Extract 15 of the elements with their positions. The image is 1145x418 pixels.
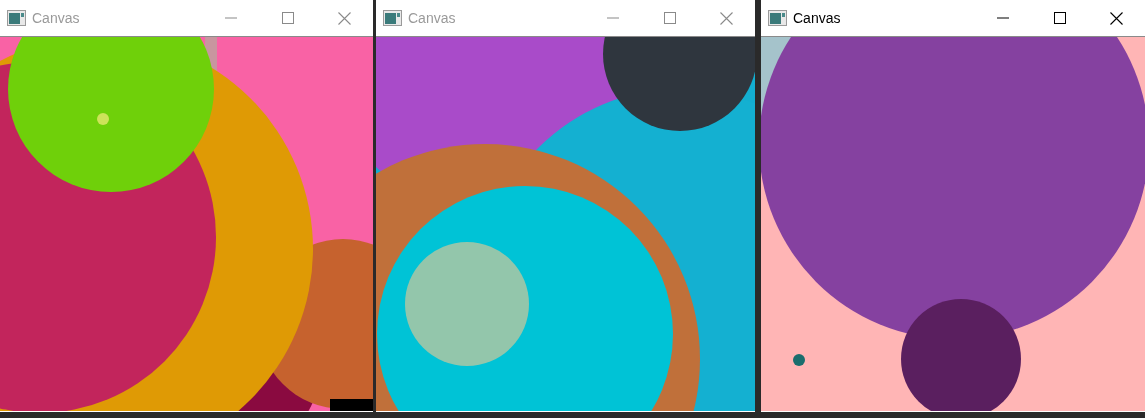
app-icon bbox=[383, 10, 402, 26]
maximize-icon bbox=[1053, 12, 1066, 24]
window-title: Canvas bbox=[408, 8, 456, 28]
close-icon bbox=[720, 11, 733, 25]
maximize-icon bbox=[281, 12, 294, 24]
close-icon bbox=[338, 11, 351, 25]
app-icon bbox=[7, 10, 26, 26]
minimize-icon bbox=[224, 17, 237, 19]
close-icon bbox=[1110, 11, 1123, 25]
window-title: Canvas bbox=[793, 8, 841, 28]
maximize-icon bbox=[663, 12, 676, 24]
minimize-icon bbox=[606, 17, 619, 19]
minimize-icon bbox=[996, 17, 1009, 19]
window-title: Canvas bbox=[32, 8, 80, 28]
app-icon bbox=[768, 10, 787, 26]
